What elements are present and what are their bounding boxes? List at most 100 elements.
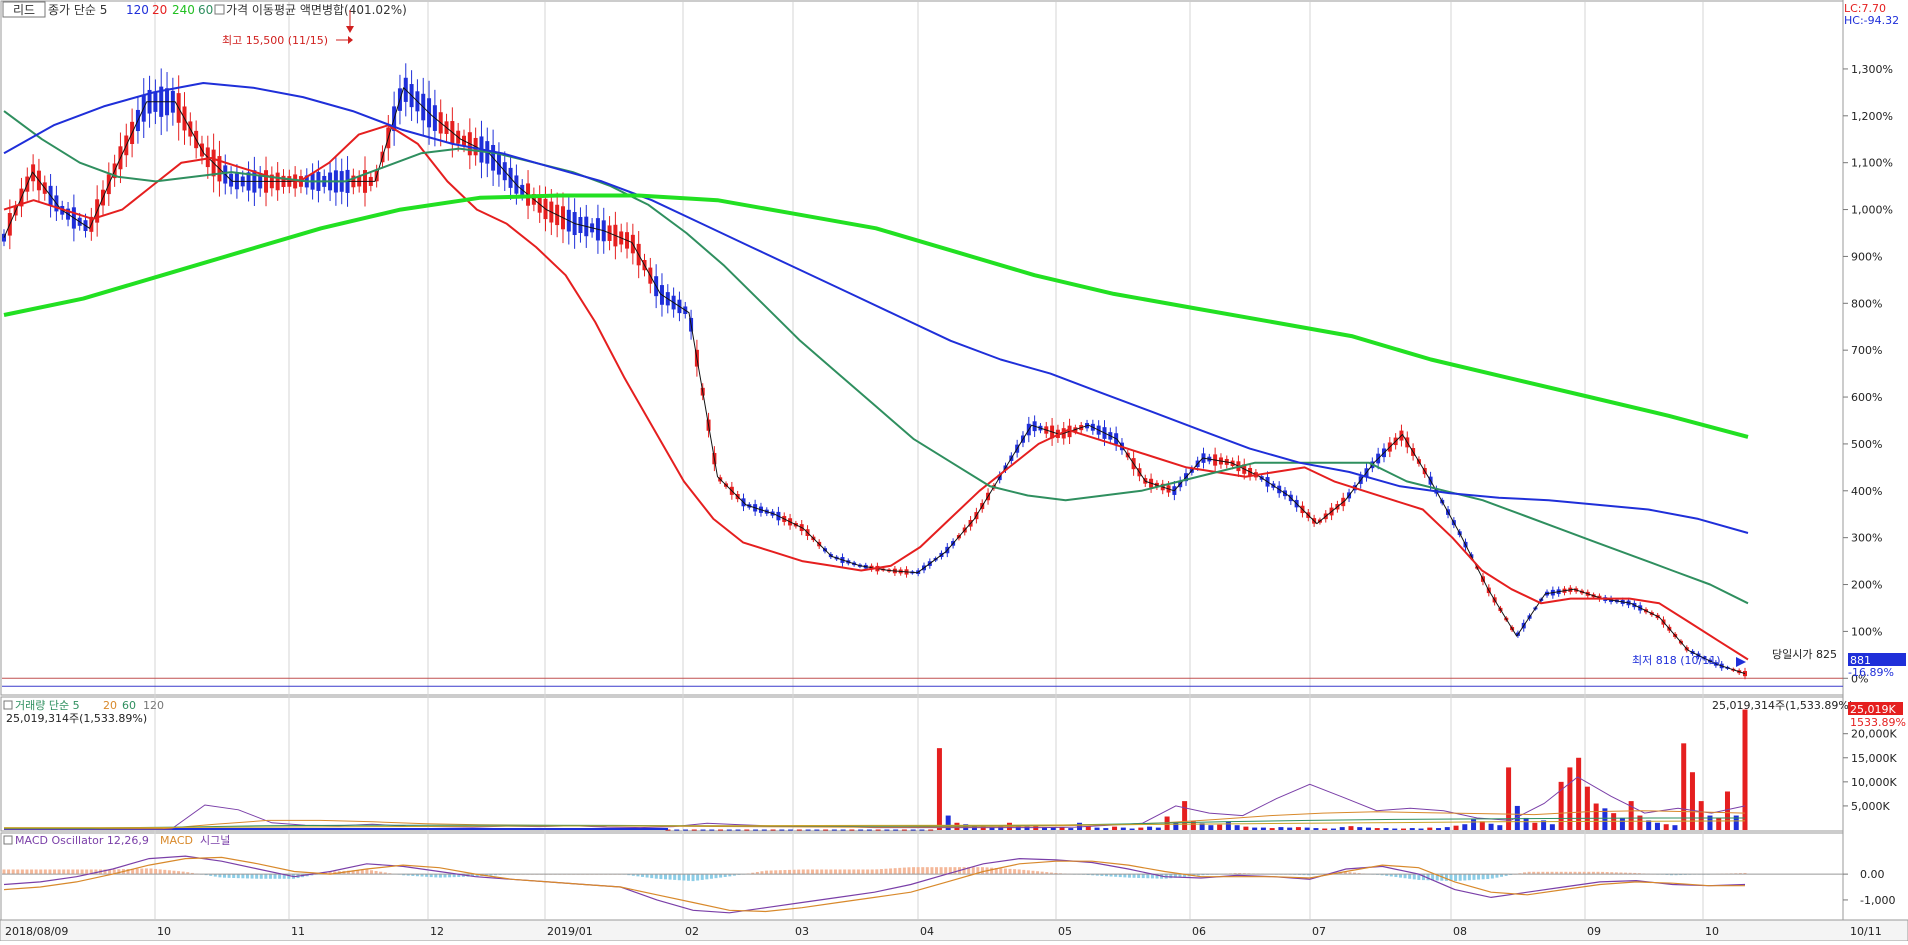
macd-histogram-bar — [1017, 869, 1021, 875]
macd-histogram-bar — [245, 874, 249, 879]
volume-bar — [1234, 825, 1240, 830]
macd-histogram-bar — [654, 874, 658, 879]
macd-histogram-bar — [255, 874, 259, 879]
volume-bar — [805, 829, 811, 831]
volume-bar — [1742, 709, 1748, 830]
stock-chart: 1,300% 1,200% 1,100% 1,000% 900% 800% 700% 600%… — [0, 0, 1908, 942]
macd-histogram-bar — [85, 869, 89, 875]
volume-bar — [1304, 827, 1310, 830]
volume-title: 거래량 단순 5 — [15, 699, 80, 712]
macd-histogram-bar — [645, 874, 649, 878]
macd-histogram-bar — [1481, 874, 1485, 880]
macd-histogram-bar — [34, 869, 38, 875]
macd-histogram-bar — [806, 869, 810, 875]
volume-bar — [910, 829, 916, 831]
overlay-checkbox[interactable] — [214, 4, 225, 15]
x-tick-label: 11 — [291, 925, 305, 938]
macd-histogram-bar — [369, 870, 373, 875]
macd-histogram-bar — [172, 870, 176, 875]
macd-histogram-bar — [696, 874, 700, 881]
volume-bar — [1471, 819, 1477, 830]
volume-bar — [1295, 827, 1301, 830]
y-tick-label: 5,000K — [1851, 800, 1890, 813]
y-tick-label: 200% — [1851, 579, 1882, 592]
volume-bar — [691, 829, 697, 831]
macd-histogram-bar — [241, 874, 245, 879]
y-tick-label: 0.00 — [1860, 868, 1885, 881]
macd-histogram-bar — [709, 874, 713, 879]
volume-left-value: 25,019,314주(1,533.89%) — [6, 712, 147, 725]
macd-histogram-bar — [682, 874, 686, 881]
x-tick-label: 06 — [1192, 925, 1206, 938]
macd-histogram-bar — [769, 870, 773, 875]
volume-bar — [1724, 791, 1730, 830]
chart-canvas: 1,300% 1,200% 1,100% 1,000% 900% 800% 700% 600%… — [0, 0, 1908, 942]
x-tick-label: 2019/01 — [547, 925, 593, 938]
volume-bar — [1523, 817, 1529, 830]
macd-histogram-bar — [1454, 874, 1458, 882]
volume-pct: 1533.89% — [1850, 716, 1906, 729]
macd-histogram-bar — [815, 869, 819, 875]
price-panel-frame — [0, 0, 1844, 696]
macd-histogram-bar — [962, 867, 966, 875]
volume-bar — [1322, 828, 1328, 830]
macd-histogram-bar — [833, 869, 837, 875]
macd-histogram-bar — [875, 869, 879, 875]
low-note: 최저 818 (10/11) — [1632, 654, 1721, 667]
y-tick-label: 500% — [1851, 438, 1882, 451]
y-axis-labels: 1,300% 1,200% 1,100% 1,000% 900% 800% 700% 600%… — [1843, 63, 1897, 907]
macd-histogram-bar — [273, 874, 277, 879]
macd-histogram-bar — [16, 869, 20, 875]
volume-bar — [1208, 825, 1214, 830]
volume-bar — [700, 829, 706, 831]
volume-bar — [1409, 828, 1415, 830]
volume-bar — [919, 829, 925, 831]
macd-histogram-bar — [852, 869, 856, 875]
signal-label: 시그널 — [200, 834, 230, 847]
volume-bar — [901, 829, 907, 831]
macd-histogram-bar — [43, 869, 47, 875]
macd-histogram-bar — [765, 870, 769, 875]
macd-histogram-bar — [971, 867, 975, 875]
volume-bar — [1252, 827, 1258, 830]
macd-histogram-bar — [250, 874, 254, 879]
volume-bar — [788, 829, 794, 831]
macd-histogram-bar — [66, 869, 70, 875]
volume-bar — [1129, 828, 1135, 830]
macd-histogram-bar — [264, 874, 268, 879]
macd-histogram-bar — [1031, 870, 1035, 875]
macd-histogram-bar — [1412, 874, 1416, 880]
macd-histogram-bar — [11, 869, 15, 875]
macd-checkbox[interactable] — [3, 835, 13, 845]
volume-bar — [1646, 820, 1652, 830]
macd-histogram-bar — [149, 868, 153, 875]
volume-bar — [1138, 827, 1144, 830]
macd-histogram-bar — [144, 868, 148, 875]
volume-bar — [1488, 823, 1494, 830]
volume-bar — [1112, 826, 1118, 830]
volume-ma-120: 120 — [143, 699, 164, 712]
macd-histogram-bar — [1008, 868, 1012, 875]
volume-ma-20: 20 — [103, 699, 117, 712]
macd-histogram-bar — [227, 874, 231, 878]
macd-histogram-bar — [870, 869, 874, 875]
macd-histogram-bar — [1458, 874, 1462, 881]
volume-bar — [796, 829, 802, 831]
x-axis-strip — [0, 919, 1908, 942]
macd-histogram-bar — [912, 867, 916, 875]
macd-histogram-bar — [838, 869, 842, 875]
macd-histogram-bar — [673, 874, 677, 880]
volume-checkbox[interactable] — [3, 700, 13, 710]
y-tick-label: 900% — [1851, 250, 1882, 263]
x-tick-label: 10 — [157, 925, 171, 938]
volume-bar — [1383, 828, 1389, 830]
macd-histogram-bar — [154, 868, 158, 875]
macd-histogram-bar — [847, 869, 851, 875]
macd-histogram-bar — [856, 869, 860, 875]
macd-histogram-bar — [686, 874, 690, 881]
y-tick-label: -1,000 — [1860, 894, 1895, 907]
macd-histogram-bar — [714, 874, 718, 879]
macd-histogram-bar — [677, 874, 681, 881]
volume-bar — [709, 829, 715, 831]
volume-bar — [1663, 824, 1669, 830]
